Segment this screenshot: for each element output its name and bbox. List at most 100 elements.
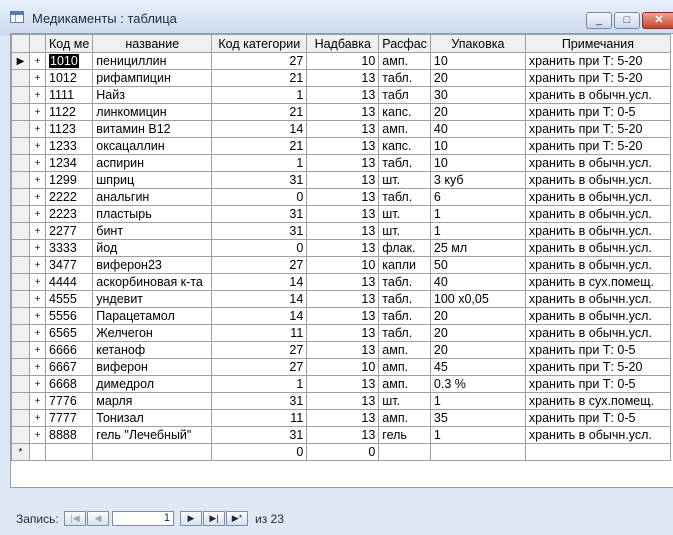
expand-subdatasheet-button[interactable]: + xyxy=(29,103,46,121)
row-selector[interactable] xyxy=(11,375,30,393)
cell-code[interactable]: 3333 xyxy=(44,239,94,257)
cell-name[interactable]: пластырь xyxy=(92,205,213,223)
cell-cat[interactable]: 21 xyxy=(211,69,308,87)
cell-cat[interactable]: 0 xyxy=(211,239,308,257)
new-record-row[interactable]: * 0 0 xyxy=(11,443,671,461)
row-selector[interactable] xyxy=(11,392,30,410)
cell-cat[interactable]: 31 xyxy=(211,222,308,240)
cell-note[interactable]: хранить при Т: 0-5 xyxy=(524,375,671,393)
cell-markup[interactable]: 13 xyxy=(306,205,380,223)
cell-form[interactable]: амп. xyxy=(378,341,431,359)
cell-note[interactable]: хранить в обычн.усл. xyxy=(524,205,671,223)
cell-note[interactable]: хранить при Т: 0-5 xyxy=(524,341,671,359)
row-selector[interactable]: ▶ xyxy=(11,52,30,70)
cell-name[interactable]: аспирин xyxy=(92,154,213,172)
row-selector[interactable] xyxy=(11,205,30,223)
column-header-category[interactable]: Код категории xyxy=(211,34,308,53)
first-record-button[interactable]: |◀ xyxy=(64,511,86,526)
cell-markup[interactable]: 13 xyxy=(306,290,380,308)
cell-cat[interactable]: 31 xyxy=(211,171,308,189)
minimize-button[interactable]: _ xyxy=(586,12,612,29)
maximize-button[interactable]: □ xyxy=(614,12,640,29)
cell-cat[interactable]: 31 xyxy=(211,392,308,410)
cell-note[interactable]: хранить при Т: 5-20 xyxy=(524,358,671,376)
expand-subdatasheet-button[interactable]: + xyxy=(29,86,46,104)
row-selector[interactable] xyxy=(11,307,30,325)
cell-name[interactable]: Найз xyxy=(92,86,213,104)
cell-note[interactable]: хранить в обычн.усл. xyxy=(524,86,671,104)
cell-code[interactable]: 2223 xyxy=(44,205,94,223)
expand-subdatasheet-button[interactable]: + xyxy=(29,358,46,376)
column-header-code[interactable]: Код ме xyxy=(44,34,94,53)
cell-name[interactable]: марля xyxy=(92,392,213,410)
expand-subdatasheet-button[interactable]: + xyxy=(29,307,46,325)
expand-subdatasheet-button[interactable]: + xyxy=(29,154,46,172)
cell-name[interactable]: йод xyxy=(92,239,213,257)
cell-name[interactable]: пенициллин xyxy=(92,52,213,70)
cell-cat[interactable]: 14 xyxy=(211,290,308,308)
cell-cat[interactable]: 11 xyxy=(211,409,308,427)
cell-markup[interactable]: 0 xyxy=(306,443,380,461)
cell-cat[interactable]: 1 xyxy=(211,154,308,172)
row-selector[interactable] xyxy=(11,409,30,427)
expand-subdatasheet-button[interactable]: + xyxy=(29,273,46,291)
row-selector[interactable] xyxy=(11,86,30,104)
close-button[interactable]: ✕ xyxy=(642,12,673,29)
cell-form[interactable] xyxy=(378,443,431,461)
next-record-button[interactable]: ▶ xyxy=(180,511,202,526)
table-row[interactable]: +1299 шприц 31 13 шт. 3 куб хранить в обычн.ус… xyxy=(11,171,671,189)
cell-cat[interactable]: 0 xyxy=(211,443,308,461)
title-bar[interactable]: Медикаменты : таблица _ □ ✕ xyxy=(0,0,673,36)
cell-form[interactable]: шт. xyxy=(378,205,431,223)
row-selector[interactable] xyxy=(11,137,30,155)
table-row[interactable]: +7777 Тонизал 11 13 амп. 35 хранить при Т: 0-5 xyxy=(11,409,671,427)
cell-cat[interactable]: 31 xyxy=(211,205,308,223)
cell-note[interactable]: хранить в обычн.усл. xyxy=(524,290,671,308)
expand-subdatasheet-button[interactable]: + xyxy=(29,409,46,427)
cell-form[interactable]: гель xyxy=(378,426,431,444)
cell-name[interactable]: виферон xyxy=(92,358,213,376)
cell-name[interactable]: Тонизал xyxy=(92,409,213,427)
cell-code[interactable]: 8888 xyxy=(44,426,94,444)
cell-name[interactable]: ундевит xyxy=(92,290,213,308)
cell-markup[interactable]: 13 xyxy=(306,137,380,155)
cell-code[interactable]: 7776 xyxy=(44,392,94,410)
cell-code[interactable]: 3477 xyxy=(44,256,94,274)
cell-pack[interactable]: 20 xyxy=(429,103,526,121)
cell-form[interactable]: капс. xyxy=(378,103,431,121)
cell-pack[interactable]: 1 xyxy=(429,222,526,240)
expand-subdatasheet-button[interactable]: + xyxy=(29,324,46,342)
cell-markup[interactable]: 13 xyxy=(306,69,380,87)
cell-name[interactable]: шприц xyxy=(92,171,213,189)
cell-code[interactable]: 7777 xyxy=(44,409,94,427)
expand-subdatasheet-button[interactable]: + xyxy=(29,341,46,359)
cell-code[interactable]: 4555 xyxy=(44,290,94,308)
cell-name[interactable]: рифампицин xyxy=(92,69,213,87)
cell-pack[interactable]: 1 xyxy=(429,426,526,444)
cell-name[interactable]: гель "Лечебный" xyxy=(92,426,213,444)
cell-markup[interactable]: 13 xyxy=(306,375,380,393)
cell-cat[interactable]: 27 xyxy=(211,256,308,274)
cell-cat[interactable]: 31 xyxy=(211,426,308,444)
previous-record-button[interactable]: ◀ xyxy=(87,511,109,526)
expand-subdatasheet-button[interactable]: + xyxy=(29,137,46,155)
cell-markup[interactable]: 13 xyxy=(306,222,380,240)
cell-pack[interactable]: 1 xyxy=(429,205,526,223)
cell-code[interactable]: 1111 xyxy=(44,86,94,104)
cell-pack[interactable]: 100 х0,05 xyxy=(429,290,526,308)
row-selector[interactable] xyxy=(11,154,30,172)
cell-markup[interactable]: 13 xyxy=(306,426,380,444)
cell-cat[interactable]: 27 xyxy=(211,358,308,376)
cell-code[interactable]: 1123 xyxy=(44,120,94,138)
cell-pack[interactable]: 40 xyxy=(429,273,526,291)
cell-form[interactable]: капс. xyxy=(378,137,431,155)
table-row[interactable]: +1122 линкомицин 21 13 капс. 20 хранить при Т:… xyxy=(11,103,671,121)
cell-code[interactable]: 5556 xyxy=(44,307,94,325)
table-row[interactable]: +1233 оксацаллин 21 13 капс. 10 хранить при Т:… xyxy=(11,137,671,155)
expand-subdatasheet-button[interactable]: + xyxy=(29,239,46,257)
cell-code[interactable]: 2277 xyxy=(44,222,94,240)
cell-form[interactable]: капли xyxy=(378,256,431,274)
table-row[interactable]: +1234 аспирин 1 13 табл. 10 хранить в обычн.ус… xyxy=(11,154,671,172)
cell-name[interactable]: бинт xyxy=(92,222,213,240)
table-row[interactable]: +1111 Найз 1 13 табл 30 хранить в обычн.усл. xyxy=(11,86,671,104)
